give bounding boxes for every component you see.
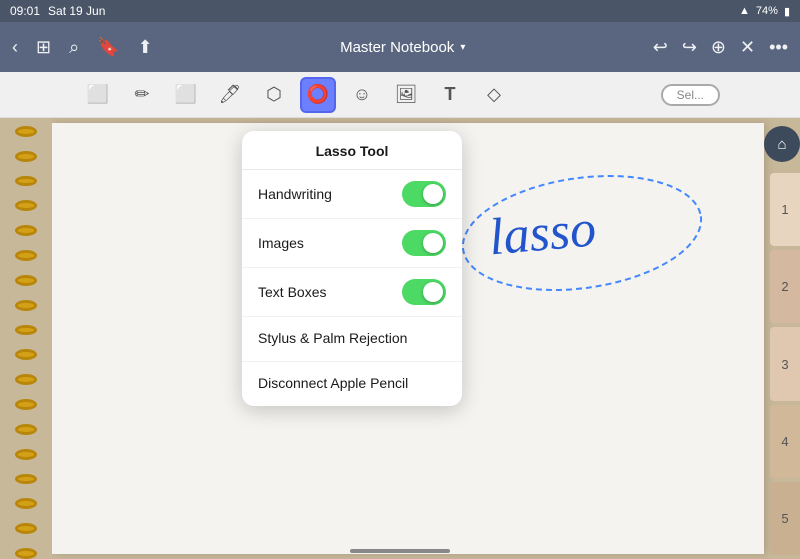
status-bar: 09:01 Sat 19 Jun ▲ 74% ▮ [0, 0, 800, 22]
add-button[interactable]: ⊕ [711, 37, 726, 58]
disconnect-label: Disconnect Apple Pencil [258, 375, 408, 391]
spiral-ring [15, 399, 37, 410]
spiral-ring [15, 548, 37, 559]
text-tool[interactable]: T [432, 77, 468, 113]
tab-item-2[interactable]: 2 [770, 250, 800, 323]
tab-item-5[interactable]: 5 [770, 482, 800, 555]
shapes-tool[interactable]: ⬡ [256, 77, 292, 113]
home-icon: ⌂ [777, 136, 786, 153]
date: Sat 19 Jun [48, 4, 105, 18]
images-option[interactable]: Images [242, 219, 462, 268]
pencil-tool[interactable]: ✏ [124, 77, 160, 113]
main-toolbar: ‹ ⊞ ⌕ 🔖 ⬆ Master Notebook ▾ ↩ ↪ ⊕ ✕ ••• [0, 22, 800, 72]
selector-tool[interactable]: ⬜ [80, 77, 116, 113]
spiral-ring [15, 126, 37, 137]
image-tool[interactable]: 🖼 [388, 77, 424, 113]
page-area: lasso Lasso Tool Handwriting Images Text… [52, 123, 764, 554]
spiral-ring [15, 374, 37, 385]
notebook-area: lasso Lasso Tool Handwriting Images Text… [0, 118, 800, 559]
time: 09:01 [10, 4, 40, 18]
share-button[interactable]: ⬆ [138, 37, 153, 58]
lasso-icon: ⭕ [307, 84, 329, 105]
ruler-icon: ◇ [487, 84, 501, 105]
spiral-ring [15, 151, 37, 162]
spiral-ring [15, 474, 37, 485]
spiral-ring [15, 449, 37, 460]
toolbar-left: ‹ ⊞ ⌕ 🔖 ⬆ [12, 37, 153, 58]
wifi-icon: ▲ [739, 5, 750, 17]
notebook-title[interactable]: Master Notebook [340, 39, 454, 56]
bookmark-button[interactable]: 🔖 [97, 37, 119, 58]
undo-button[interactable]: ↩ [653, 37, 668, 58]
status-right: ▲ 74% ▮ [739, 5, 790, 18]
selector-icon: ⬜ [87, 84, 109, 105]
highlighter-icon: 🖊 [219, 84, 242, 105]
spiral-ring [15, 325, 37, 336]
emoji-tool[interactable]: ☺ [344, 77, 380, 113]
tab-label-5: 5 [781, 511, 788, 526]
text-icon: T [445, 84, 456, 105]
shapes-icon: ⬡ [266, 84, 282, 105]
handwriting-toggle[interactable] [402, 181, 446, 207]
spiral-ring [15, 300, 37, 311]
tab-label-2: 2 [781, 279, 788, 294]
toolbar-right: ↩ ↪ ⊕ ✕ ••• [653, 37, 788, 58]
spiral-ring [15, 200, 37, 211]
drawing-toolbar: ⬜ ✏ ⬜ 🖊 ⬡ ⭕ ☺ 🖼 T ◇ Sel... [0, 72, 800, 118]
ruler-tool[interactable]: ◇ [476, 77, 512, 113]
handwriting-option[interactable]: Handwriting [242, 170, 462, 219]
lasso-drawing: lasso [434, 143, 714, 303]
images-toggle[interactable] [402, 230, 446, 256]
search-button[interactable]: ⌕ [69, 37, 79, 58]
redo-button[interactable]: ↪ [682, 37, 697, 58]
textboxes-option[interactable]: Text Boxes [242, 268, 462, 317]
eraser-icon: ⬜ [175, 84, 197, 105]
tab-item-3[interactable]: 3 [770, 327, 800, 400]
emoji-icon: ☺ [353, 84, 371, 105]
spiral-ring [15, 523, 37, 534]
select-button[interactable]: Sel... [661, 84, 720, 106]
stylus-label: Stylus & Palm Rejection [258, 330, 407, 346]
back-button[interactable]: ‹ [12, 37, 18, 58]
toolbar-center: Master Notebook ▾ [340, 39, 465, 56]
spiral-ring [15, 424, 37, 435]
home-indicator [350, 549, 450, 553]
battery-percent: 74% [756, 5, 778, 17]
tab-label-1: 1 [781, 202, 788, 217]
lasso-popup: Lasso Tool Handwriting Images Text Boxes… [242, 131, 462, 406]
spiral-ring [15, 176, 37, 187]
status-left: 09:01 Sat 19 Jun [10, 4, 105, 18]
textboxes-toggle[interactable] [402, 279, 446, 305]
more-button[interactable]: ••• [769, 37, 788, 58]
battery-icon: ▮ [784, 5, 790, 18]
image-icon: 🖼 [395, 84, 418, 105]
pencil-icon: ✏ [134, 84, 149, 105]
spiral-ring [15, 275, 37, 286]
textboxes-label: Text Boxes [258, 284, 326, 300]
grid-button[interactable]: ⊞ [36, 37, 51, 58]
lasso-popup-title: Lasso Tool [242, 131, 462, 170]
right-tabs: 1 2 3 4 5 [764, 118, 800, 559]
svg-text:lasso: lasso [487, 200, 598, 266]
tab-item-1[interactable]: 1 [770, 173, 800, 246]
home-nav-button[interactable]: ⌂ [764, 126, 800, 162]
close-button[interactable]: ✕ [740, 37, 755, 58]
eraser-tool[interactable]: ⬜ [168, 77, 204, 113]
spiral-ring [15, 498, 37, 509]
stylus-option[interactable]: Stylus & Palm Rejection [242, 317, 462, 362]
spiral-ring [15, 250, 37, 261]
spiral-binding [0, 118, 52, 559]
handwriting-label: Handwriting [258, 186, 332, 202]
tab-label-4: 4 [781, 434, 788, 449]
images-label: Images [258, 235, 304, 251]
tab-item-4[interactable]: 4 [770, 405, 800, 478]
tab-label-3: 3 [781, 357, 788, 372]
disconnect-option[interactable]: Disconnect Apple Pencil [242, 362, 462, 406]
spiral-ring [15, 349, 37, 360]
lasso-tool[interactable]: ⭕ [300, 77, 336, 113]
title-dropdown-icon[interactable]: ▾ [460, 42, 465, 53]
spiral-ring [15, 225, 37, 236]
highlighter-tool[interactable]: 🖊 [212, 77, 248, 113]
